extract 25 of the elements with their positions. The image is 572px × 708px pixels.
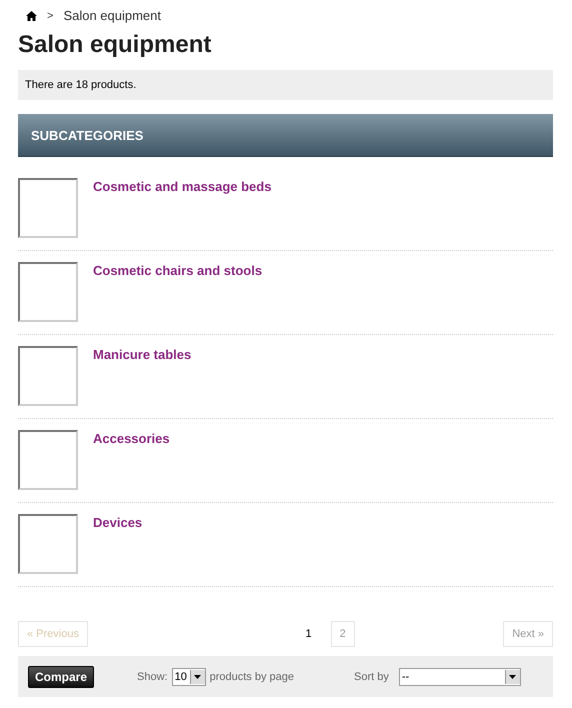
subcategory-link[interactable]: Manicure tables: [93, 347, 192, 406]
show-label: Show:: [137, 670, 168, 682]
breadcrumb-current: Salon equipment: [63, 8, 162, 23]
subcategory-link[interactable]: Cosmetic and massage beds: [93, 179, 272, 238]
page-link[interactable]: 1: [296, 621, 321, 647]
subcategory-link[interactable]: Devices: [93, 515, 142, 574]
subcategory-thumbnail[interactable]: [18, 262, 78, 322]
page-title: Salon equipment: [18, 31, 212, 59]
subcategory-thumbnail[interactable]: [18, 514, 78, 574]
sort-select[interactable]: --: [398, 668, 521, 686]
product-count: There are 18 products.: [18, 70, 553, 100]
compare-button[interactable]: Compare: [28, 666, 94, 688]
subcategories-header: SUBCATEGORIES: [18, 114, 553, 157]
sort-label: Sort by: [354, 670, 389, 682]
subcategory-thumbnail[interactable]: [18, 346, 78, 406]
caret-icon: [194, 674, 202, 678]
per-page-select[interactable]: 10: [172, 668, 206, 686]
subcategory-thumbnail[interactable]: [18, 430, 78, 490]
breadcrumb-separator: >: [47, 10, 54, 22]
subcategory-link[interactable]: Accessories: [93, 431, 170, 490]
subcategory-thumbnail[interactable]: [18, 178, 78, 238]
per-page-label: products by page: [210, 670, 294, 682]
caret-icon: [509, 674, 516, 678]
home-icon[interactable]: [26, 10, 37, 20]
subcategory-link[interactable]: Cosmetic chairs and stools: [93, 263, 262, 322]
